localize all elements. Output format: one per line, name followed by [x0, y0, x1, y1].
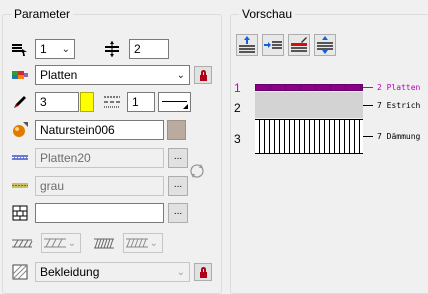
height-value: 2	[134, 42, 141, 56]
layer-2-number: 2	[234, 101, 241, 115]
fill-value: grau	[40, 179, 65, 193]
hatch-icon	[12, 155, 28, 160]
pen-thickness-field[interactable]: 3	[35, 92, 79, 112]
layer-1-label: 2 Platten	[377, 83, 421, 92]
chevron-down-icon: ⌄	[67, 238, 76, 249]
layer-3-bar	[255, 119, 363, 154]
line-type-icon	[104, 96, 120, 108]
material-icon	[12, 71, 28, 79]
line-value: 1	[132, 95, 139, 109]
insert-above-button[interactable]	[236, 34, 258, 56]
line-style-picker[interactable]	[158, 92, 191, 112]
fill-field[interactable]: grau	[35, 176, 164, 196]
pen-icon	[14, 96, 26, 108]
chevron-down-icon: ⌄	[176, 70, 185, 81]
pen-thickness-value: 3	[40, 95, 47, 109]
preview-title: Vorschau	[239, 7, 296, 21]
dense-hatch-icon	[94, 238, 114, 249]
fill-icon	[12, 183, 28, 188]
parameter-group: Parameter 1 ⌄ 2 Platten ⌄ 3 1 Naturstein…	[2, 7, 222, 294]
parameter-title: Parameter	[11, 7, 74, 21]
layer-3-label: 7 Dämmung	[377, 132, 421, 141]
pattern-icon	[12, 205, 28, 221]
chevron-down-icon: ⌄	[61, 44, 70, 55]
fill-browse-button[interactable]: ...	[168, 176, 188, 196]
edit-layer-icon	[291, 37, 307, 52]
chevron-down-icon: ⌄	[176, 267, 185, 278]
layer-3-number: 3	[234, 132, 241, 146]
layer-select[interactable]: 1 ⌄	[35, 39, 75, 59]
material-value: Platten	[40, 68, 78, 82]
hatch-style-select-2[interactable]: ⌄	[123, 233, 163, 253]
insert-right-button[interactable]	[262, 34, 284, 56]
surface-icon	[13, 122, 28, 137]
pattern-browse-button[interactable]: ...	[168, 203, 188, 223]
pattern-field[interactable]	[35, 203, 164, 223]
material-lock-button[interactable]	[194, 66, 212, 84]
layer-2-bar	[255, 92, 363, 118]
cladding-select[interactable]: Bekleidung ⌄	[35, 262, 190, 282]
insert-above-icon	[239, 36, 255, 53]
line-field[interactable]: 1	[127, 92, 155, 112]
layer-1-bar	[255, 84, 363, 91]
surface-field[interactable]: Naturstein006	[35, 120, 164, 140]
move-layer-button[interactable]	[314, 34, 336, 56]
edit-layer-button[interactable]	[288, 34, 310, 56]
move-layer-icon	[317, 36, 333, 54]
preview-group: Vorschau 1 2 Platten 2 7 Estrich 3 7 Däm…	[230, 7, 428, 294]
surface-preview	[167, 120, 186, 140]
layer-1-number: 1	[234, 81, 241, 95]
hatch-style-select-1[interactable]: ⌄	[41, 233, 81, 253]
cladding-lock-button[interactable]	[194, 263, 212, 281]
cladding-value: Bekleidung	[40, 265, 100, 279]
hatch-value: Platten20	[40, 151, 91, 165]
hatch-pattern-icon	[44, 238, 66, 248]
layer-value: 1	[40, 42, 47, 56]
layer-2-label: 7 Estrich	[377, 101, 421, 110]
layer-icon	[12, 44, 27, 56]
hatch-field[interactable]: Platten20	[35, 148, 164, 168]
hatch-style-icon	[12, 239, 33, 248]
material-select[interactable]: Platten ⌄	[35, 65, 190, 85]
cladding-icon	[12, 264, 28, 280]
swap-icon[interactable]	[187, 161, 207, 181]
hatch-browse-button[interactable]: ...	[168, 148, 188, 168]
height-field[interactable]: 2	[129, 39, 169, 59]
height-icon	[105, 41, 119, 57]
chevron-down-icon: ⌄	[149, 238, 158, 249]
pen-color-swatch[interactable]	[80, 92, 94, 112]
surface-value: Naturstein006	[40, 123, 115, 137]
dense-hatch-pattern-icon	[126, 238, 148, 248]
insert-right-icon	[264, 41, 282, 49]
